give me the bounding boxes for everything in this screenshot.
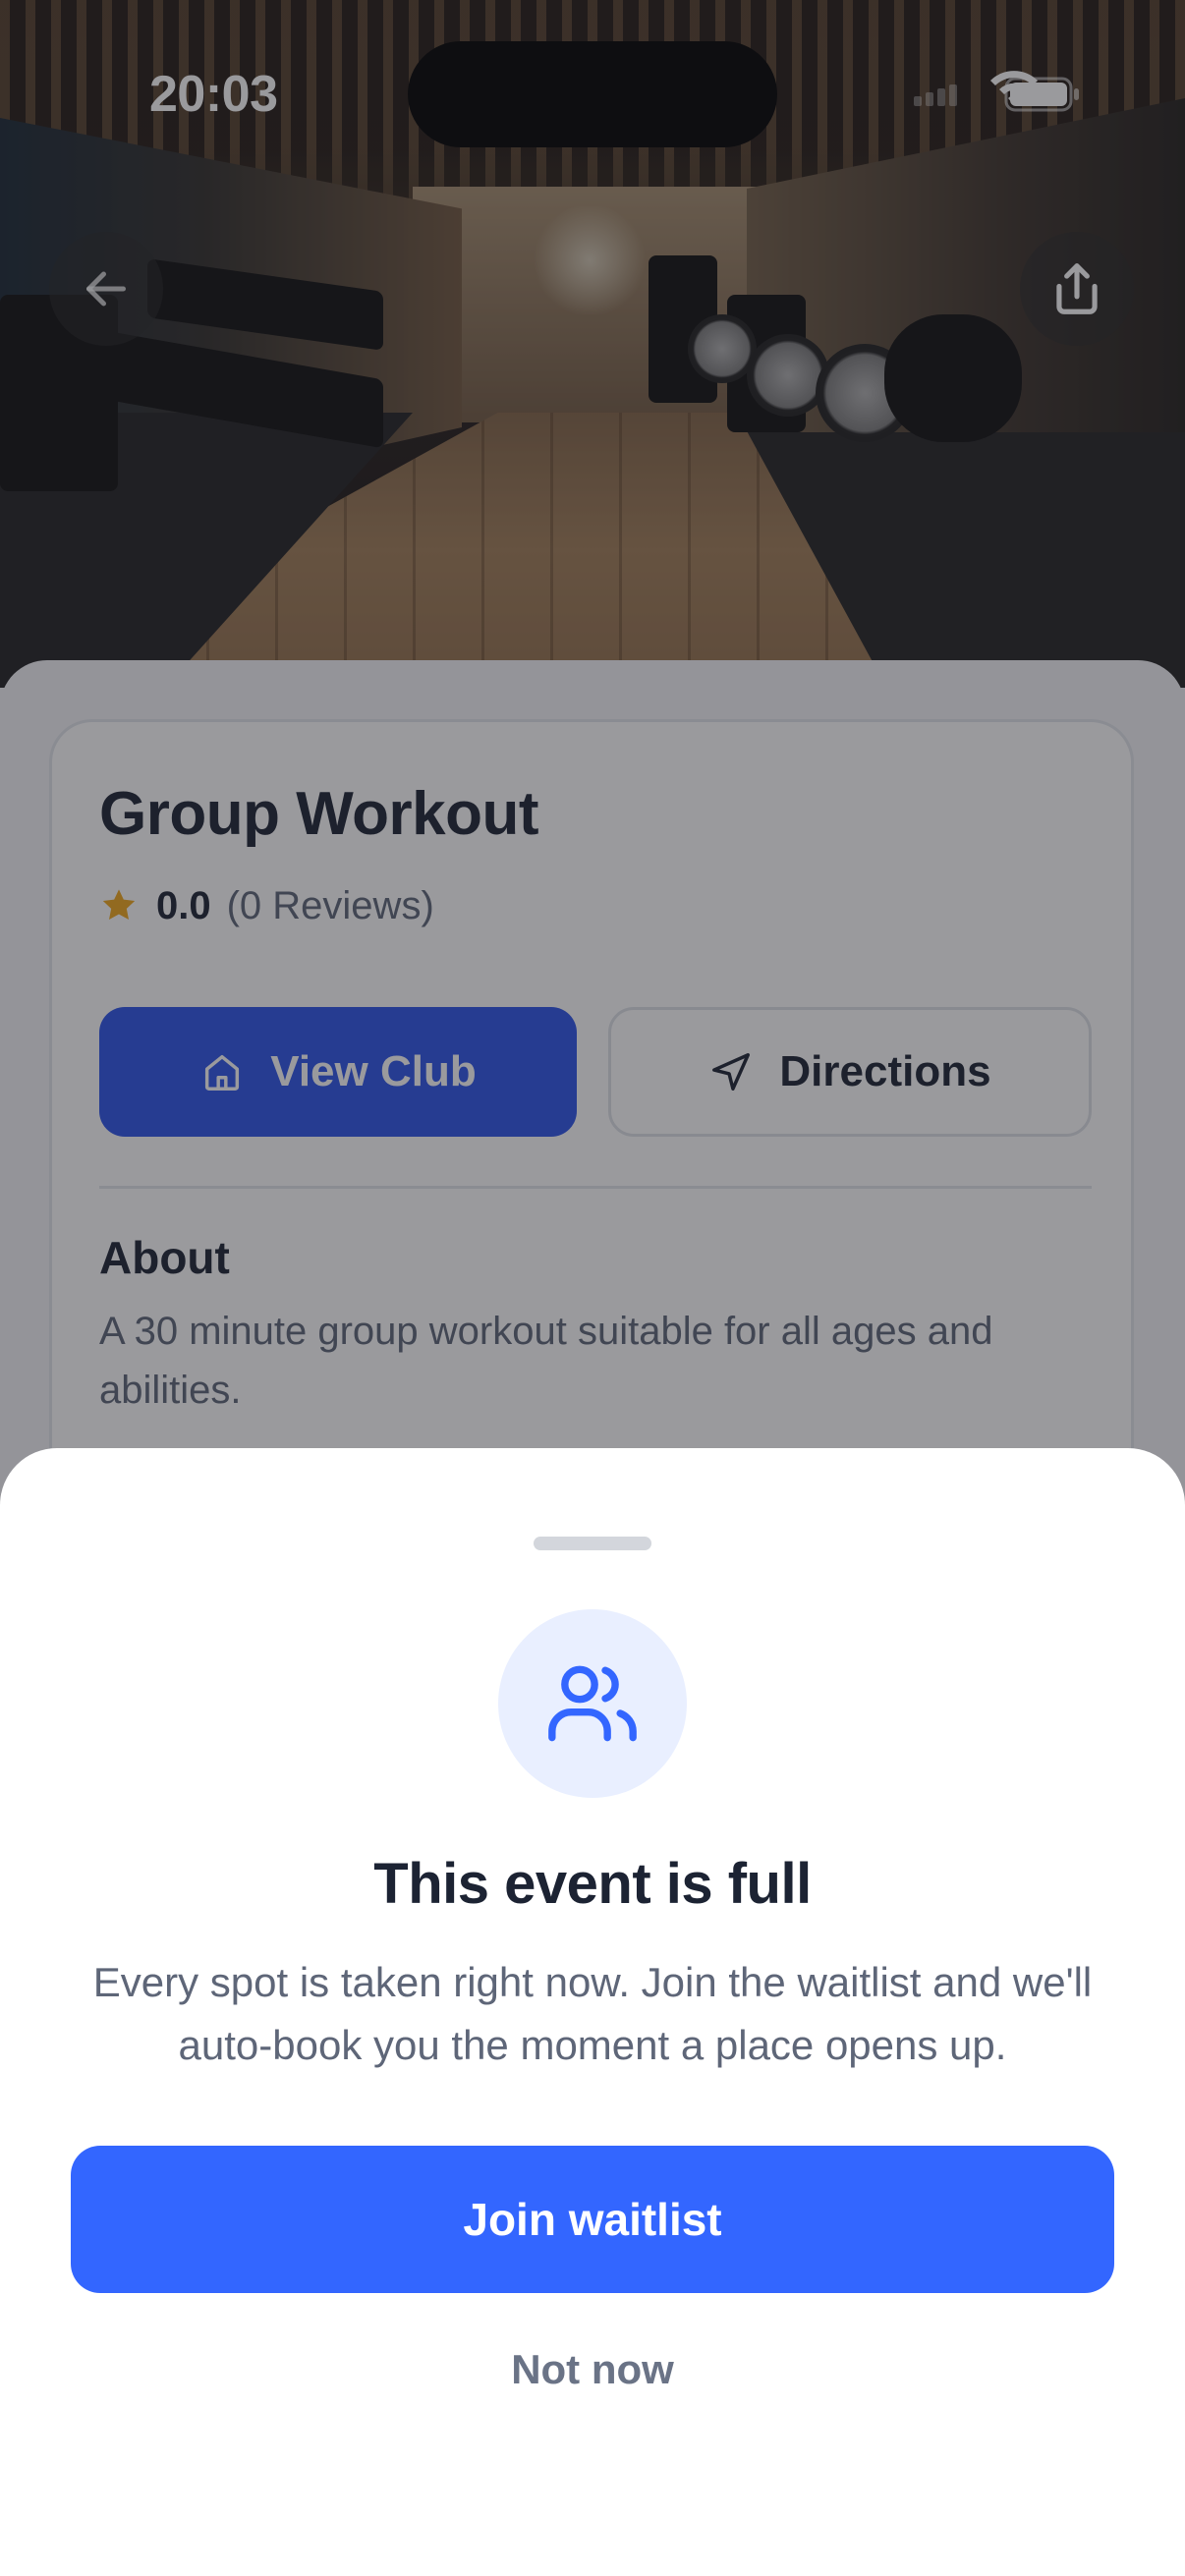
sheet-grabber[interactable] <box>534 1537 651 1550</box>
sheet-message: Every spot is taken right now. Join the … <box>92 1959 1093 2068</box>
sheet-title: This event is full <box>373 1852 812 1916</box>
join-waitlist-button[interactable]: Join waitlist <box>71 2146 1114 2293</box>
not-now-button[interactable]: Not now <box>396 2330 789 2409</box>
event-detail-screen: 20:03 Group Workout 0.0 (0 Reviews) View… <box>0 0 1185 2576</box>
sheet-icon-badge <box>498 1609 687 1798</box>
users-icon <box>548 1665 637 1742</box>
event-full-sheet: This event is full Every spot is taken r… <box>0 1448 1185 2576</box>
